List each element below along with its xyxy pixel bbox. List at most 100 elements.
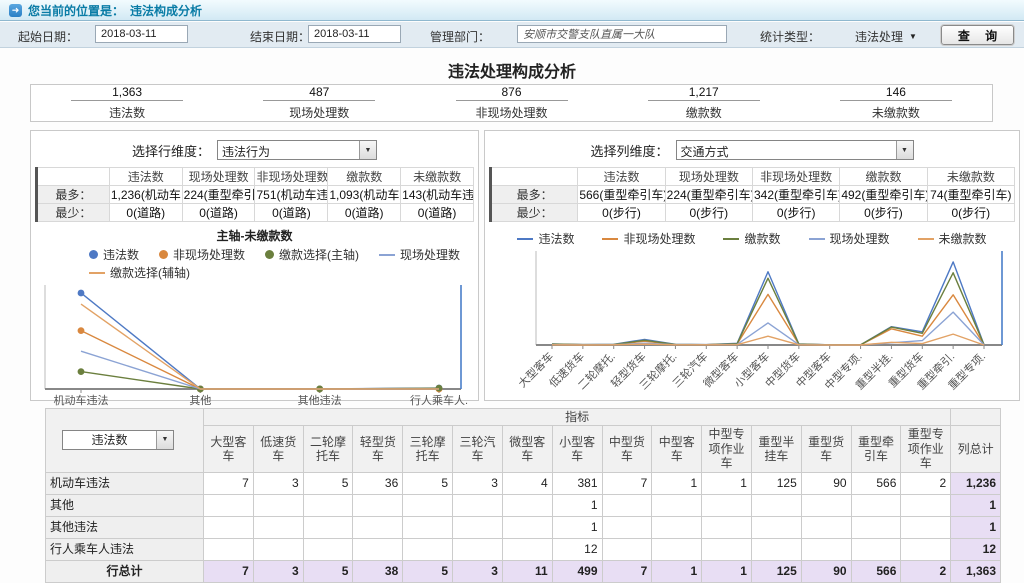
legend-dot-icon: [89, 250, 98, 259]
end-date-input[interactable]: [308, 25, 401, 43]
column-header: 大型客车: [204, 426, 254, 472]
cell: [602, 516, 652, 538]
cell: [453, 494, 503, 516]
total-cell: 499: [552, 560, 602, 582]
total-cell: 1,363: [951, 560, 1001, 582]
cell: [502, 538, 552, 560]
summary-header: 非现场处理数: [255, 168, 328, 186]
stat-item: 1,363 违法数: [31, 85, 223, 121]
summary-row-label: 最少：: [491, 204, 578, 222]
cell: [851, 516, 901, 538]
column-header: 中型客车: [652, 426, 702, 472]
cell: [453, 516, 503, 538]
cell: [702, 516, 752, 538]
column-dimension-select[interactable]: 交通方式 ▼: [676, 140, 914, 160]
cell: [801, 516, 851, 538]
total-cell: 1: [652, 560, 702, 582]
total-cell: 11: [502, 560, 552, 582]
summary-cell: 0(步行): [927, 204, 1014, 222]
legend-label: 缴款选择(主轴): [279, 246, 359, 263]
legend-item: 非现场处理数: [159, 246, 245, 263]
summary-cell: 492(重型牵引车): [840, 186, 927, 204]
legend-item: 非现场处理数: [602, 230, 695, 247]
summary-header: 非现场处理数: [752, 168, 839, 186]
summary-row: 最多： 566(重型牵引车)224(重型牵引车)342(重型牵引车)492(重型…: [491, 186, 1015, 204]
summary-cell: 224(重型牵引: [182, 186, 255, 204]
column-header: 重型专项作业车: [901, 426, 951, 472]
cell: [353, 516, 403, 538]
cell: [602, 494, 652, 516]
cell: [652, 494, 702, 516]
breadcrumb-page: 违法构成分析: [130, 2, 202, 19]
summary-header: 未缴款数: [927, 168, 1014, 186]
summary-header: 缴款数: [840, 168, 927, 186]
crosstab-table: 违法数 ▼ 指标 大型客车低速货车二轮摩托车轻型货车三轮摩托车三轮汽车微型客车小…: [45, 408, 1001, 583]
cell: [502, 516, 552, 538]
summary-stats: 1,363 违法数 487 现场处理数 876 非现场处理数 1,217 缴款数…: [30, 84, 993, 122]
cell: [901, 538, 951, 560]
cell: [801, 538, 851, 560]
table-row: 机动车违法 735365343817111259056621,236: [46, 472, 1001, 494]
summary-cell: 0(道路): [109, 204, 182, 222]
dept-label: 管理部门：: [430, 28, 490, 45]
table-row: 其他 11: [46, 494, 1001, 516]
row-dimension-panel: 选择行维度： 违法行为 ▼ 违法数现场处理数非现场处理数缴款数未缴款数 最多： …: [30, 130, 479, 401]
crosstab-section: 违法数 ▼ 指标 大型客车低速货车二轮摩托车轻型货车三轮摩托车三轮汽车微型客车小…: [45, 408, 1001, 583]
summary-cell: 0(道路): [401, 204, 474, 222]
cell: 1: [951, 494, 1001, 516]
summary-header: 缴款数: [328, 168, 401, 186]
stat-type-label: 统计类型：: [760, 28, 820, 45]
legend-line-icon: [809, 238, 825, 240]
legend-item: 缴款选择(辅轴): [89, 264, 190, 281]
stat-value: 487: [263, 85, 375, 101]
cell: 566: [851, 472, 901, 494]
cell: [602, 538, 652, 560]
legend-label: 现场处理数: [830, 230, 890, 247]
dept-input[interactable]: [517, 25, 727, 43]
breadcrumb-label: 您当前的位置是：: [28, 2, 124, 19]
legend-item: 缴款数: [723, 230, 780, 247]
cell: 3: [453, 472, 503, 494]
cell: [502, 494, 552, 516]
metric-select[interactable]: 违法数 ▼: [62, 430, 174, 450]
summary-cell: 0(道路): [255, 204, 328, 222]
start-date-input[interactable]: [95, 25, 188, 43]
cell: 381: [552, 472, 602, 494]
cell: [303, 516, 353, 538]
total-cell: 38: [353, 560, 403, 582]
column-header: 列总计: [951, 426, 1001, 472]
row-label: 机动车违法: [46, 472, 204, 494]
summary-header: 现场处理数: [665, 168, 752, 186]
total-cell: 566: [851, 560, 901, 582]
legend-item: 现场处理数: [809, 230, 890, 247]
legend-line-icon: [918, 238, 934, 240]
summary-header: [37, 168, 110, 186]
stat-type-dropdown[interactable]: 违法处理 ▼: [855, 28, 917, 45]
column-header: 重型货车: [801, 426, 851, 472]
cell: [253, 516, 303, 538]
end-date-label: 结束日期：: [250, 28, 310, 45]
column-dimension-chart: 大型客车低速货车二轮摩托.轻型货车三轮摩托.三轮汽车微型客车小型客车中型货车中型…: [490, 249, 1014, 401]
cell: 4: [502, 472, 552, 494]
cell: [851, 538, 901, 560]
legend-label: 缴款选择(辅轴): [110, 264, 190, 281]
stat-label: 非现场处理数: [476, 104, 548, 121]
total-cell: 5: [303, 560, 353, 582]
summary-cell: 0(步行): [665, 204, 752, 222]
legend-line-icon: [517, 238, 533, 240]
summary-cell: 0(步行): [578, 204, 665, 222]
cell: [751, 516, 801, 538]
summary-row-label: 最多：: [491, 186, 578, 204]
cell: 3: [253, 472, 303, 494]
column-header: 小型客车: [552, 426, 602, 472]
query-button[interactable]: 查 询: [941, 25, 1014, 45]
row-label: 其他违法: [46, 516, 204, 538]
row-dimension-select[interactable]: 违法行为 ▼: [217, 140, 377, 160]
total-cell: 1: [702, 560, 752, 582]
summary-header: 未缴款数: [401, 168, 474, 186]
cell: [403, 538, 453, 560]
cell: [253, 538, 303, 560]
row-dimension-summary-table: 违法数现场处理数非现场处理数缴款数未缴款数 最多： 1,236(机动车224(重…: [35, 167, 474, 222]
column-dimension-panel: 选择列维度： 交通方式 ▼ 违法数现场处理数非现场处理数缴款数未缴款数 最多： …: [484, 130, 1020, 401]
svg-text:机动车违法: 机动车违法: [53, 393, 108, 407]
